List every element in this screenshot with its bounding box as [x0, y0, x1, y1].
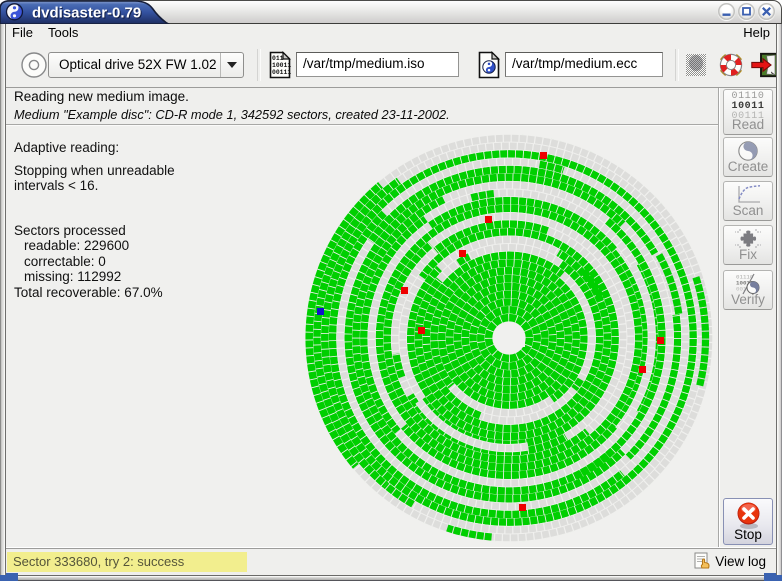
svg-text:00111: 00111 — [272, 69, 291, 76]
svg-text:dvdisaster-0.79: dvdisaster-0.79 — [32, 5, 141, 22]
svg-text:10011: 10011 — [272, 62, 291, 69]
svg-text:011: 011 — [272, 55, 284, 62]
